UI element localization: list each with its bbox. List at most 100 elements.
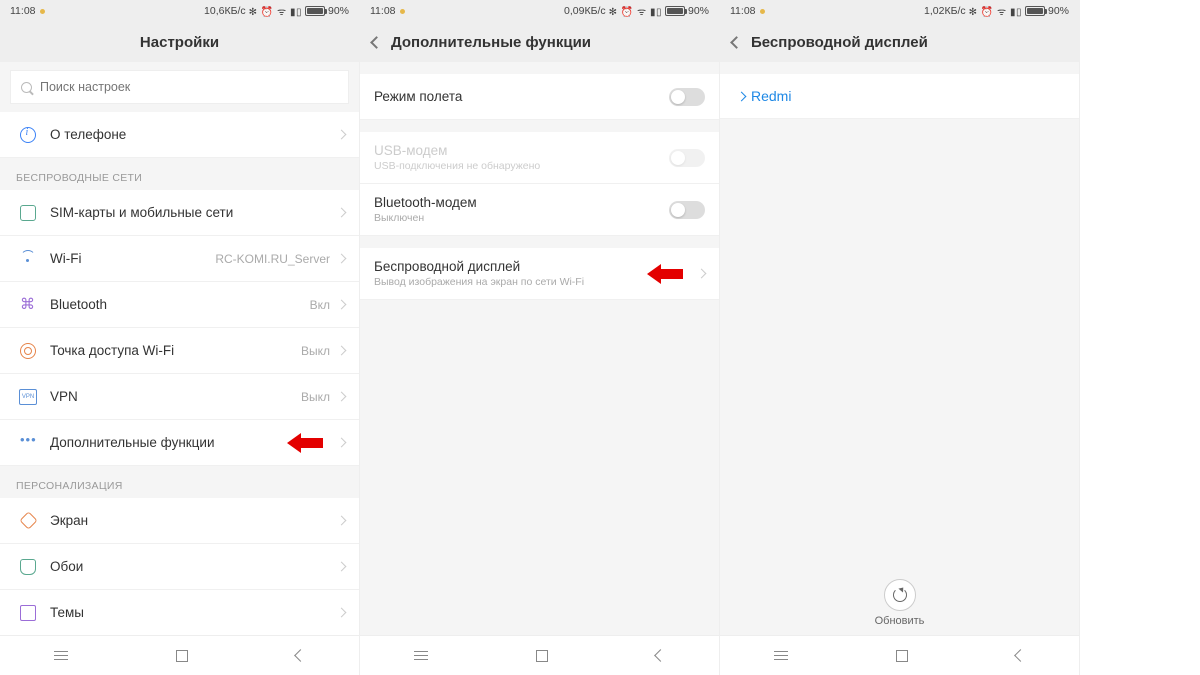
back-button[interactable]	[730, 36, 743, 49]
row-label: USB-модем	[374, 143, 669, 158]
status-battery: 90%	[688, 5, 709, 17]
red-arrow-annotation	[647, 264, 683, 284]
status-bar: 11:08 0,09КБ/с ✻ ⏰ ᯤ ▮▯ 90%	[360, 0, 719, 22]
notification-dot-icon	[400, 9, 405, 14]
more-icon: •••	[20, 435, 36, 451]
header-bar: Настройки	[0, 22, 359, 62]
row-value: Выкл	[301, 390, 330, 404]
row-bt-tether[interactable]: Bluetooth-модем Выключен	[360, 184, 719, 236]
row-usb-tether: USB-модем USB-подключения не обнаружено	[360, 132, 719, 184]
battery-icon	[1025, 6, 1045, 16]
row-value: Выкл	[301, 344, 330, 358]
toggle-usb	[669, 149, 705, 167]
status-time: 11:08	[730, 5, 756, 17]
row-value: RC-KOMI.RU_Server	[215, 252, 330, 266]
page-title: Беспроводной дисплей	[751, 34, 928, 51]
row-label: Bluetooth-модем	[374, 195, 669, 210]
chevron-right-icon	[697, 269, 707, 279]
theme-icon	[20, 605, 36, 621]
back-button[interactable]	[370, 36, 383, 49]
status-battery: 90%	[328, 5, 349, 17]
row-label: О телефоне	[50, 127, 338, 142]
nav-recents-icon[interactable]	[774, 651, 788, 661]
functions-list: Режим полета USB-модем USB-подключения н…	[360, 62, 719, 635]
row-wifi[interactable]: Wi-Fi RC-KOMI.RU_Server	[0, 236, 359, 282]
row-hotspot[interactable]: Точка доступа Wi-Fi Выкл	[0, 328, 359, 374]
row-more-functions[interactable]: ••• Дополнительные функции	[0, 420, 359, 466]
chevron-right-icon	[337, 516, 347, 526]
row-about-phone[interactable]: О телефоне	[0, 112, 359, 158]
row-wireless-display[interactable]: Беспроводной дисплей Вывод изображения н…	[360, 248, 719, 300]
chevron-right-icon	[337, 208, 347, 218]
chevron-right-icon	[337, 300, 347, 310]
row-sim[interactable]: SIM-карты и мобильные сети	[0, 190, 359, 236]
row-vpn[interactable]: VPN VPN Выкл	[0, 374, 359, 420]
search-icon	[21, 82, 32, 93]
row-screen[interactable]: Экран	[0, 498, 359, 544]
screen-settings: 11:08 10,6КБ/с ✻ ⏰ ᯤ ▮▯ 90% Настройки О …	[0, 0, 360, 675]
settings-list: О телефоне БЕСПРОВОДНЫЕ СЕТИ SIM-карты и…	[0, 112, 359, 635]
row-label: VPN	[50, 389, 301, 404]
row-label: Экран	[50, 513, 338, 528]
toggle-bt-tether[interactable]	[669, 201, 705, 219]
search-box[interactable]	[10, 70, 349, 104]
battery-icon	[305, 6, 325, 16]
page-title: Настройки	[140, 34, 219, 51]
notification-dot-icon	[40, 9, 45, 14]
row-label: Bluetooth	[50, 297, 310, 312]
row-themes[interactable]: Темы	[0, 590, 359, 635]
nav-bar	[720, 635, 1079, 675]
row-label: Точка доступа Wi-Fi	[50, 343, 301, 358]
search-input[interactable]	[40, 80, 338, 94]
chevron-right-icon	[337, 608, 347, 618]
row-airplane[interactable]: Режим полета	[360, 74, 719, 120]
wifi-icon	[20, 251, 36, 267]
nav-recents-icon[interactable]	[414, 651, 428, 661]
chevron-right-icon	[337, 438, 347, 448]
chevron-right-icon	[737, 91, 747, 101]
device-name: Redmi	[751, 88, 791, 104]
status-time: 11:08	[10, 5, 36, 17]
chevron-right-icon	[337, 254, 347, 264]
nav-back-icon[interactable]	[294, 649, 307, 662]
nav-home-icon[interactable]	[896, 650, 908, 662]
nav-recents-icon[interactable]	[54, 651, 68, 661]
nav-back-icon[interactable]	[654, 649, 667, 662]
section-personalization: ПЕРСОНАЛИЗАЦИЯ	[0, 466, 359, 498]
toggle-airplane[interactable]	[669, 88, 705, 106]
nav-back-icon[interactable]	[1014, 649, 1027, 662]
bluetooth-icon: ⌘	[20, 297, 36, 313]
row-label: Обои	[50, 559, 338, 574]
chevron-right-icon	[337, 346, 347, 356]
battery-icon	[665, 6, 685, 16]
row-wallpaper[interactable]: Обои	[0, 544, 359, 590]
header-bar: Беспроводной дисплей	[720, 22, 1079, 62]
display-list: Redmi	[720, 62, 1079, 635]
row-sublabel: USB-подключения не обнаружено	[374, 160, 669, 172]
page-title: Дополнительные функции	[391, 34, 591, 51]
nav-bar	[360, 635, 719, 675]
nav-bar	[0, 635, 359, 675]
device-redmi[interactable]: Redmi	[720, 74, 1079, 119]
chevron-right-icon	[337, 392, 347, 402]
status-icons: ✻ ⏰ ᯤ ▮▯	[249, 4, 302, 18]
row-label: Режим полета	[374, 89, 669, 104]
refresh-button[interactable]	[884, 579, 916, 611]
status-bar: 11:08 10,6КБ/с ✻ ⏰ ᯤ ▮▯ 90%	[0, 0, 359, 22]
row-sublabel: Выключен	[374, 212, 669, 224]
refresh-label: Обновить	[875, 615, 925, 627]
status-icons: ✻ ⏰ ᯤ ▮▯	[969, 4, 1022, 18]
nav-home-icon[interactable]	[536, 650, 548, 662]
screen-more-functions: 11:08 0,09КБ/с ✻ ⏰ ᯤ ▮▯ 90% Дополнительн…	[360, 0, 720, 675]
nav-home-icon[interactable]	[176, 650, 188, 662]
row-bluetooth[interactable]: ⌘ Bluetooth Вкл	[0, 282, 359, 328]
screen-wireless-display: 11:08 1,02КБ/с ✻ ⏰ ᯤ ▮▯ 90% Беспроводной…	[720, 0, 1080, 675]
wallpaper-icon	[20, 559, 36, 575]
refresh-area: Обновить	[720, 579, 1079, 627]
row-label: Wi-Fi	[50, 251, 215, 266]
status-time: 11:08	[370, 5, 396, 17]
red-arrow-annotation	[287, 433, 323, 453]
sim-icon	[20, 205, 36, 221]
status-icons: ✻ ⏰ ᯤ ▮▯	[609, 4, 662, 18]
info-icon	[20, 127, 36, 143]
